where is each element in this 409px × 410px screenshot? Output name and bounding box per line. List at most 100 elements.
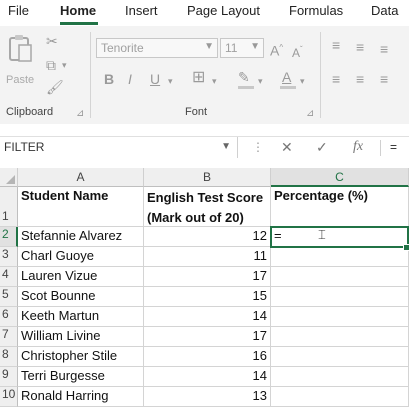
header-cell-percentage[interactable]: Percentage (%) (271, 187, 409, 227)
header-score-line1: English Test Score (147, 190, 264, 205)
student-name-cell[interactable]: Christopher Stile (18, 347, 144, 367)
font-size-dropdown[interactable]: 11 ▼ (220, 38, 264, 58)
clipboard-group-label: Clipboard (6, 106, 54, 118)
percentage-cell[interactable] (271, 367, 409, 387)
tab-file[interactable]: File (8, 3, 29, 18)
row-header[interactable]: 7 (0, 327, 18, 347)
column-header-a[interactable]: A (18, 168, 144, 187)
student-name-cell[interactable]: Terri Burgesse (18, 367, 144, 387)
italic-button[interactable]: I (128, 72, 132, 86)
borders-icon[interactable]: ⊞ (192, 70, 205, 86)
formula-bar: FILTER ▼ ⋮ ✕ ✓ fx = (0, 136, 409, 160)
percentage-cell[interactable] (271, 307, 409, 327)
score-cell[interactable]: 14 (144, 307, 271, 327)
increase-font-size-button[interactable]: A^ (270, 41, 283, 58)
score-cell[interactable]: 14 (144, 367, 271, 387)
fill-color-dropdown-icon[interactable]: ▾ (258, 74, 263, 88)
score-cell[interactable]: 13 (144, 387, 271, 407)
row-header[interactable]: 2 (0, 227, 18, 247)
percentage-cell[interactable] (271, 327, 409, 347)
decrease-font-icon: A (292, 46, 301, 60)
score-cell[interactable]: 12 (144, 227, 271, 247)
column-header-b[interactable]: B (144, 168, 271, 187)
header-cell-english-score[interactable]: English Test Score (Mark out of 20) (144, 187, 271, 227)
percentage-cell[interactable] (271, 347, 409, 367)
font-name-value: Tenorite (101, 41, 144, 55)
percentage-cell[interactable] (271, 387, 409, 407)
ribbon-spacer (0, 124, 409, 136)
student-name-cell[interactable]: Keeth Martun (18, 307, 144, 327)
header-cell-student-name[interactable]: Student Name (18, 187, 144, 227)
format-painter-icon[interactable]: 🖌 (46, 80, 64, 94)
formula-input[interactable]: = (390, 140, 397, 154)
row-header[interactable]: 5 (0, 287, 18, 307)
align-center-icon[interactable]: ≡ (356, 72, 364, 86)
ribbon-tabs: File Home Insert Page Layout Formulas Da… (0, 0, 409, 26)
tab-home[interactable]: Home (60, 3, 96, 18)
tab-insert[interactable]: Insert (125, 3, 158, 18)
bold-button[interactable]: B (104, 72, 114, 86)
tab-data[interactable]: Data (371, 3, 398, 18)
student-name-cell[interactable]: William Livine (18, 327, 144, 347)
underline-button[interactable]: U (150, 72, 160, 86)
font-color-swatch (280, 86, 296, 89)
underline-dropdown-icon[interactable]: ▾ (168, 74, 173, 88)
ribbon-home: Paste ✂ ⧉ ▾ 🖌 Clipboard ⊿ Tenorite ▼ 11 … (0, 26, 409, 125)
decrease-font-size-button[interactable]: Aˇ (292, 43, 303, 60)
font-launcher-icon[interactable]: ⊿ (306, 107, 314, 121)
row-header[interactable]: 10 (0, 387, 18, 407)
fill-color-button[interactable]: ✎ (238, 70, 256, 90)
percentage-cell[interactable] (271, 247, 409, 267)
font-color-dropdown-icon[interactable]: ▾ (300, 74, 305, 88)
cancel-entry-icon[interactable]: ✕ (281, 139, 293, 156)
copy-icon[interactable]: ⧉ (46, 58, 56, 72)
chevron-down-icon[interactable]: ▼ (221, 141, 231, 152)
copy-dropdown-icon[interactable]: ▾ (62, 58, 67, 72)
align-top-icon[interactable]: ≡ (332, 38, 340, 52)
confirm-entry-icon[interactable]: ✓ (316, 139, 328, 156)
borders-dropdown-icon[interactable]: ▾ (212, 74, 217, 88)
group-divider (90, 32, 91, 118)
tab-page-layout[interactable]: Page Layout (187, 3, 260, 18)
percentage-cell[interactable] (271, 287, 409, 307)
student-name-cell[interactable]: Stefannie Alvarez (18, 227, 144, 247)
score-cell[interactable]: 11 (144, 247, 271, 267)
font-name-dropdown[interactable]: Tenorite ▼ (96, 38, 218, 58)
font-color-button[interactable]: A (280, 70, 298, 90)
score-cell[interactable]: 17 (144, 327, 271, 347)
student-name-cell[interactable]: Scot Bounne (18, 287, 144, 307)
align-left-icon[interactable]: ≡ (332, 72, 340, 86)
paste-icon (9, 35, 32, 62)
clipboard-launcher-icon[interactable]: ⊿ (76, 107, 84, 121)
align-middle-icon[interactable]: ≡ (356, 40, 364, 54)
name-box[interactable]: FILTER ▼ (0, 137, 238, 159)
column-header-c[interactable]: C (271, 168, 409, 187)
select-all-button[interactable] (0, 168, 18, 187)
align-bottom-icon[interactable]: ≡ (380, 42, 388, 56)
font-size-value: 11 (225, 41, 238, 55)
more-icon: ⋮ (252, 140, 264, 154)
tab-formulas[interactable]: Formulas (289, 3, 343, 18)
percentage-cell[interactable] (271, 267, 409, 287)
score-cell[interactable]: 16 (144, 347, 271, 367)
paste-button[interactable]: Paste (6, 34, 36, 90)
fill-handle[interactable] (403, 244, 409, 251)
row-header[interactable]: 4 (0, 267, 18, 287)
score-cell[interactable]: 17 (144, 267, 271, 287)
student-name-cell[interactable]: Ronald Harring (18, 387, 144, 407)
cut-icon[interactable]: ✂ (46, 34, 58, 48)
row-header[interactable]: 3 (0, 247, 18, 267)
increase-font-icon: A (270, 42, 280, 59)
select-all-icon (6, 175, 15, 184)
score-cell[interactable]: 15 (144, 287, 271, 307)
student-name-cell[interactable]: Lauren Vizue (18, 267, 144, 287)
worksheet-grid: A B C 1 Student Name English Test Score … (0, 168, 409, 410)
align-right-icon[interactable]: ≡ (380, 72, 388, 86)
student-name-cell[interactable]: Charl Guoye (18, 247, 144, 267)
row-header[interactable]: 8 (0, 347, 18, 367)
insert-function-button[interactable]: fx (353, 139, 363, 155)
header-score-line2: (Mark out of 20) (147, 210, 244, 225)
row-header[interactable]: 6 (0, 307, 18, 327)
row-header[interactable]: 9 (0, 367, 18, 387)
row-header[interactable]: 1 (0, 187, 18, 227)
